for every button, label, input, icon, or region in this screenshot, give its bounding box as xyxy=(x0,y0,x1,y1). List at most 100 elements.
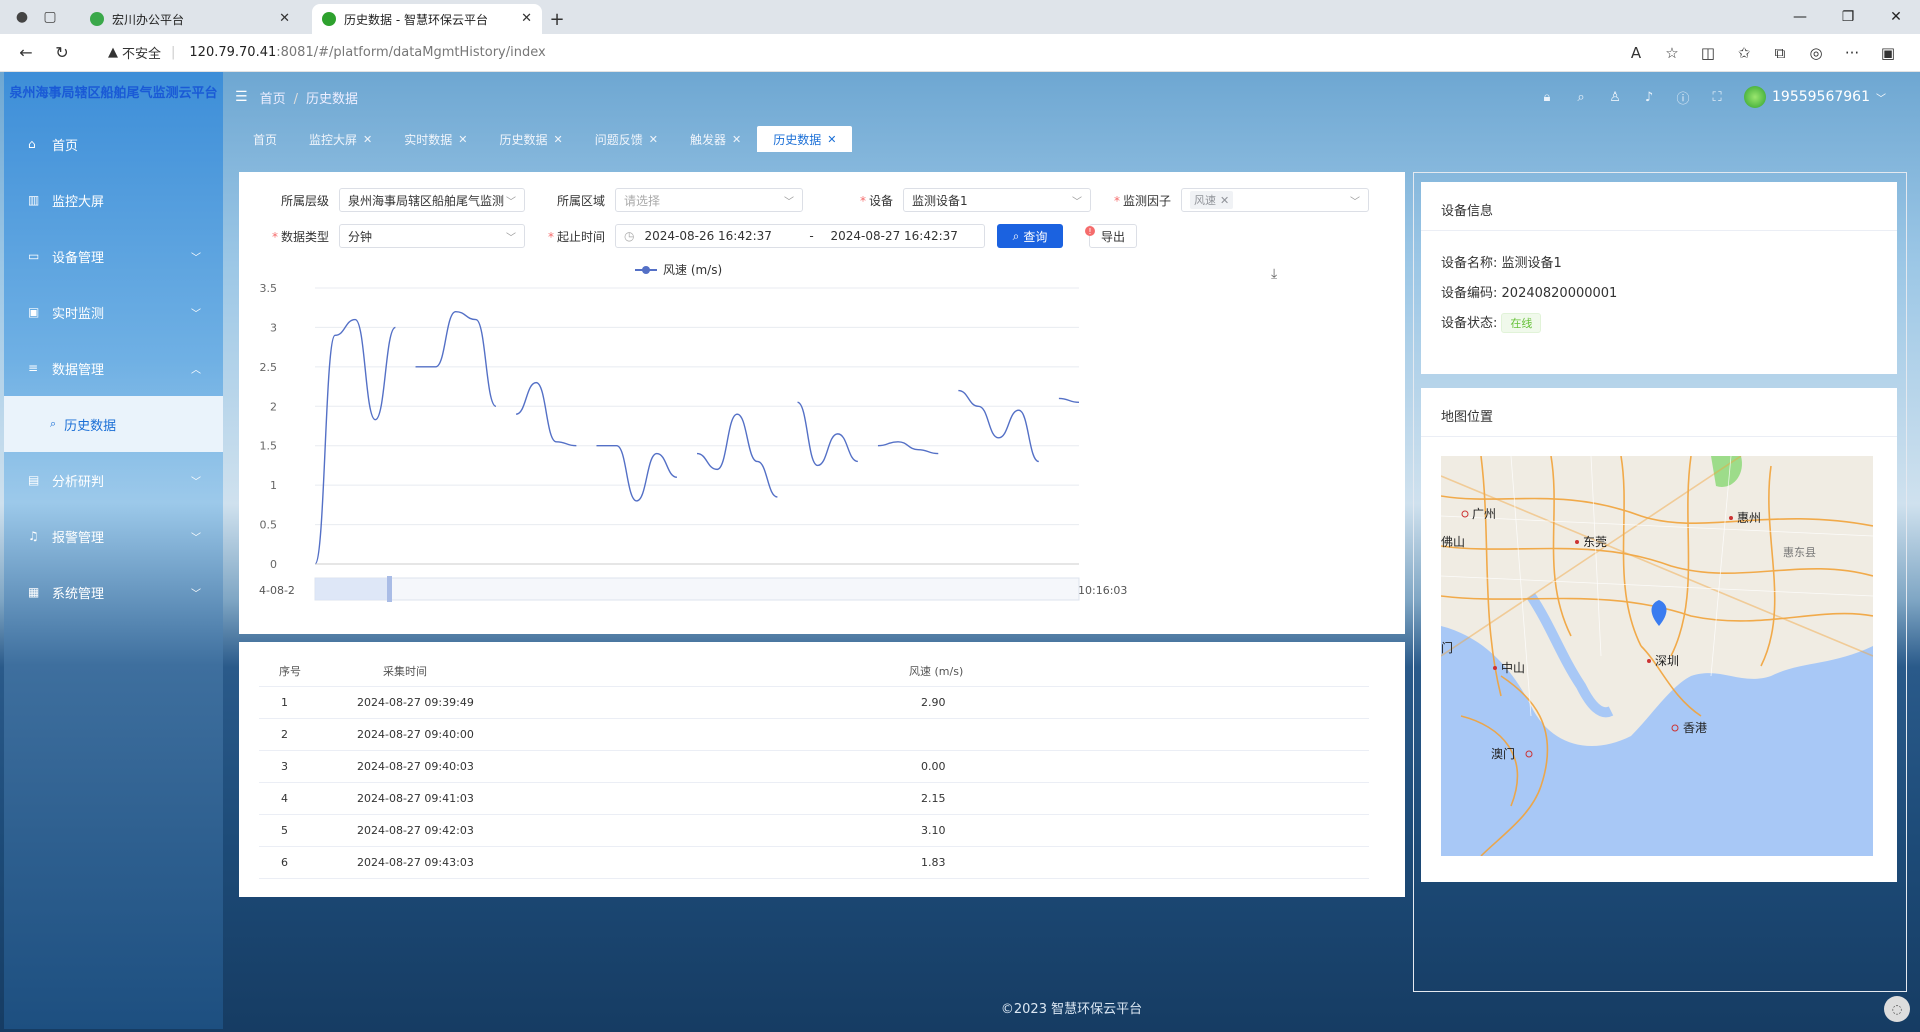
user-menu[interactable]: 19559567961 ﹀ xyxy=(1744,86,1886,108)
security-indicator[interactable]: ▲ 不安全 | xyxy=(108,43,175,62)
time-start[interactable]: 2024-08-26 16:42:37 xyxy=(644,229,792,243)
lock-icon[interactable]: 🔒︎ xyxy=(1530,90,1564,105)
y-tick-label: 0.5 xyxy=(260,519,278,532)
breadcrumb-current: 历史数据 xyxy=(305,91,358,107)
sidebar-item-realtime-monitoring[interactable]: ▣ 实时监测 ﹀ xyxy=(4,284,223,340)
datazoom-slider[interactable] xyxy=(314,576,1080,602)
search-icon[interactable]: ⌕ xyxy=(1564,90,1598,105)
query-button[interactable]: ⌕ 查询 xyxy=(997,224,1063,248)
datatype-select[interactable]: 分钟 ﹀ xyxy=(339,224,525,248)
divider: | xyxy=(171,45,176,60)
view-tab-realtime-data[interactable]: 实时数据 ✕ xyxy=(388,126,483,152)
series-line[interactable] xyxy=(314,318,397,565)
sidebar-item-analysis[interactable]: ▤ 分析研判 ﹀ xyxy=(4,452,223,508)
view-tab-history-data-active[interactable]: 历史数据 ✕ xyxy=(757,126,853,152)
map-label: 澳门 xyxy=(1491,746,1515,761)
table-row[interactable]: 4 2024-08-27 09:41:03 2.15 xyxy=(259,782,1369,815)
sidebar-item-home[interactable]: ⌂ 首页 xyxy=(4,116,223,172)
view-tab-feedback[interactable]: 问题反馈 ✕ xyxy=(579,126,674,152)
series-line[interactable] xyxy=(515,381,577,447)
close-icon[interactable]: ✕ xyxy=(732,133,741,146)
collections-icon[interactable]: ⧉ xyxy=(1762,44,1798,62)
minimize-icon[interactable]: — xyxy=(1776,0,1824,34)
series-line[interactable] xyxy=(877,441,939,455)
map-view[interactable]: 广州 惠州 佛山 东莞 惠东县 中山 深圳 香港 澳门 门 xyxy=(1441,456,1873,856)
sidebar-item-alarm-management[interactable]: ♫ 报警管理 ﹀ xyxy=(4,508,223,564)
monitor-icon: ▣ xyxy=(28,305,40,319)
table-row[interactable]: 2 2024-08-27 09:40:00 xyxy=(259,718,1369,751)
level-select[interactable]: 泉州海事局辖区船舶尾气监测 ﹀ xyxy=(339,188,525,212)
favorites-icon[interactable]: ✩ xyxy=(1726,44,1762,62)
series-line[interactable] xyxy=(1058,397,1080,404)
browser-tab-2[interactable]: 历史数据 - 智慧环保云平台 ✕ xyxy=(312,4,542,34)
help-icon[interactable]: ⓘ xyxy=(1666,88,1700,107)
download-icon[interactable]: ⤓ xyxy=(1271,266,1277,282)
close-icon[interactable]: ✕ xyxy=(554,133,563,146)
back-icon[interactable]: ← xyxy=(8,35,44,71)
breadcrumb-home[interactable]: 首页 xyxy=(260,92,286,107)
sidebar-item-device-management[interactable]: ▭ 设备管理 ﹀ xyxy=(4,228,223,284)
tab-actions-icon[interactable]: ▢ xyxy=(36,0,64,34)
sidebar-subitem-history-data[interactable]: ⌕ 历史数据 xyxy=(4,396,223,452)
map-label: 中山 xyxy=(1501,660,1525,675)
read-aloud-icon[interactable]: A xyxy=(1618,44,1654,62)
chat-icon[interactable]: ◌ xyxy=(1884,996,1910,1022)
view-tab-trigger[interactable]: 触发器 ✕ xyxy=(674,126,757,152)
reload-icon[interactable]: ↻ xyxy=(44,35,80,71)
series-line[interactable] xyxy=(415,310,497,407)
sidebar-item-system-management[interactable]: ▦ 系统管理 ﹀ xyxy=(4,564,223,620)
table-row[interactable]: 3 2024-08-27 09:40:03 0.00 xyxy=(259,750,1369,783)
url-path: :8081/#/platform/dataMgmtHistory/index xyxy=(276,45,546,60)
more-icon[interactable]: ··· xyxy=(1834,44,1870,62)
table-row[interactable]: 5 2024-08-27 09:42:03 3.10 xyxy=(259,814,1369,847)
url-field[interactable]: 120.79.70.41:8081/#/platform/dataMgmtHis… xyxy=(189,45,545,60)
view-tab-home[interactable]: 首页 xyxy=(237,126,293,152)
extension-icon[interactable]: ◎ xyxy=(1798,44,1834,62)
sidebar-item-monitor-screen[interactable]: ▥ 监控大屏 xyxy=(4,172,223,228)
close-window-icon[interactable]: ✕ xyxy=(1872,0,1920,34)
fullscreen-icon[interactable]: ⛶ xyxy=(1700,90,1734,105)
hamburger-icon[interactable]: ☰ xyxy=(235,89,248,105)
level-label: 所属层级 xyxy=(280,193,329,208)
area-select[interactable]: 请选择 ﹀ xyxy=(615,188,803,212)
datazoom-window[interactable] xyxy=(315,578,391,600)
view-tab-monitor-screen[interactable]: 监控大屏 ✕ xyxy=(293,126,388,152)
view-tab-history-data[interactable]: 历史数据 ✕ xyxy=(483,126,578,152)
new-tab-button[interactable]: + xyxy=(542,4,572,34)
restore-icon[interactable]: ❐ xyxy=(1824,0,1872,34)
sidebar-item-data-management[interactable]: ≡ 数据管理 ︿ xyxy=(4,340,223,396)
series-line[interactable] xyxy=(797,401,859,467)
table-row[interactable]: 1 2024-08-27 09:39:49 2.90 xyxy=(259,686,1369,719)
close-icon[interactable]: ✕ xyxy=(458,133,467,146)
chart-legend[interactable]: 风速 (m/s) xyxy=(635,263,722,277)
close-tab-icon[interactable]: ✕ xyxy=(521,11,532,26)
series-line[interactable] xyxy=(596,445,678,502)
sidebar-toggle-icon[interactable]: ▣ xyxy=(1870,44,1906,62)
factor-select[interactable]: 风速 ✕ ﹀ xyxy=(1181,188,1369,212)
close-icon[interactable]: ✕ xyxy=(1220,194,1229,207)
map-marker-dot xyxy=(1493,666,1497,670)
close-icon[interactable]: ✕ xyxy=(363,133,372,146)
close-tab-icon[interactable]: ✕ xyxy=(279,11,290,26)
sidebar-item-label: 系统管理 xyxy=(52,586,105,602)
shirt-icon[interactable]: ♙ xyxy=(1598,90,1632,105)
series-line[interactable] xyxy=(696,413,778,498)
close-icon[interactable]: ✕ xyxy=(827,133,836,146)
export-button[interactable]: 导出 xyxy=(1089,224,1137,248)
bell-icon[interactable]: ♪ xyxy=(1632,90,1666,105)
device-select[interactable]: 监测设备1 ﹀ xyxy=(903,188,1091,212)
favorite-star-icon[interactable]: ☆ xyxy=(1654,44,1690,62)
view-tab-label: 实时数据 xyxy=(404,132,453,147)
table-row[interactable]: 6 2024-08-27 09:43:03 1.83 xyxy=(259,846,1369,879)
header-tools: 🔒︎ ⌕ ♙ ♪ ⓘ ⛶ 19559567961 ﹀ xyxy=(1530,72,1886,122)
time-end[interactable]: 2024-08-27 16:42:37 xyxy=(830,229,957,243)
datazoom-handle[interactable] xyxy=(387,576,392,602)
series-line[interactable] xyxy=(958,389,1040,463)
app-root: 泉州海事局辖区船舶尾气监测云平台 ⌂ 首页 ▥ 监控大屏 ▭ 设备管理 ﹀ ▣ … xyxy=(0,72,1920,1032)
close-icon[interactable]: ✕ xyxy=(649,133,658,146)
date-range-picker[interactable]: ◷ 2024-08-26 16:42:37 - 2024-08-27 16:42… xyxy=(615,224,985,248)
browser-tab-1[interactable]: 宏川办公平台 ✕ xyxy=(80,4,300,34)
profile-icon[interactable]: ● xyxy=(8,0,36,34)
database-icon: ≡ xyxy=(28,361,39,375)
split-screen-icon[interactable]: ◫ xyxy=(1690,44,1726,62)
